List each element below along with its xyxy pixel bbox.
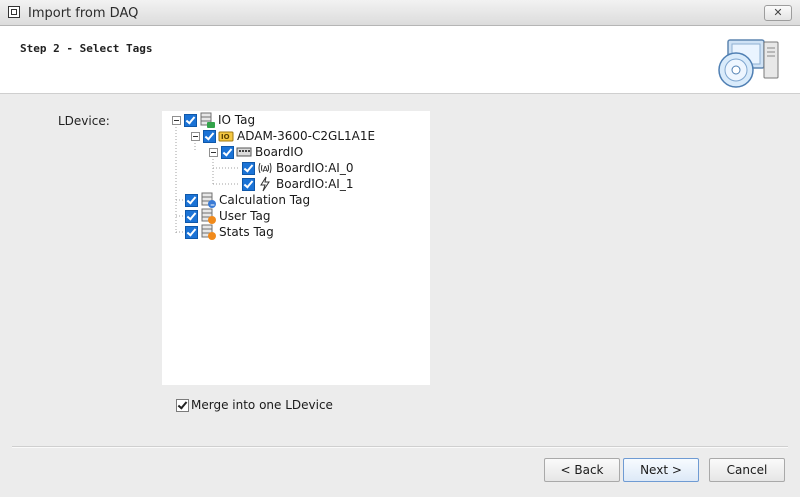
collapse-toggle[interactable] — [209, 147, 218, 157]
title-bar: Import from DAQ ✕ — [0, 0, 800, 26]
merge-option[interactable]: Merge into one LDevice — [176, 398, 333, 412]
user-tag-icon — [201, 208, 216, 224]
collapse-toggle[interactable] — [191, 131, 200, 141]
next-button[interactable]: Next > — [623, 458, 699, 482]
close-icon: ✕ — [773, 6, 783, 19]
stats-tag-icon — [201, 224, 216, 240]
tree-label: ADAM-3600-C2GL1A1E — [237, 129, 376, 143]
tree-checkbox[interactable] — [242, 161, 255, 175]
tree-node-board[interactable]: BoardIO — [209, 144, 303, 160]
lightning-icon — [260, 176, 270, 192]
tree-checkbox[interactable] — [184, 113, 197, 127]
tree-checkbox[interactable] — [242, 177, 255, 191]
calculation-tag-icon: = — [201, 192, 216, 208]
io-device-icon: IO — [218, 131, 234, 142]
tree-label: BoardIO — [255, 145, 304, 159]
tree-node-user-tag[interactable]: User Tag — [185, 208, 270, 224]
app-icon — [8, 6, 20, 18]
wizard-header: Step 2 - Select Tags — [0, 26, 800, 94]
tree-label: User Tag — [219, 209, 271, 223]
footer-separator — [12, 446, 788, 448]
tree-node-stats-tag[interactable]: Stats Tag — [185, 224, 274, 240]
analog-input-icon: A — [258, 162, 272, 174]
tree-checkbox[interactable] — [185, 193, 198, 207]
close-button[interactable]: ✕ — [764, 5, 792, 21]
io-tag-icon — [200, 112, 215, 128]
tree-node-calculation-tag[interactable]: = Calculation Tag — [185, 192, 310, 208]
merge-label: Merge into one LDevice — [191, 398, 333, 412]
tree-node-ai-1[interactable]: BoardIO:AI_1 — [242, 176, 353, 192]
tree-checkbox[interactable] — [185, 225, 198, 239]
tree-label: BoardIO:AI_0 — [276, 161, 354, 175]
tree-label: Stats Tag — [219, 225, 274, 239]
merge-checkbox[interactable] — [176, 398, 189, 412]
svg-text:A: A — [263, 165, 269, 174]
tag-tree[interactable]: IO Tag IO ADAM-3600-C2GL1A1E BoardIO A B… — [162, 111, 430, 385]
tree-node-io-tag[interactable]: IO Tag — [172, 112, 255, 128]
tree-checkbox[interactable] — [203, 129, 216, 143]
svg-text:IO: IO — [221, 133, 230, 141]
window-title: Import from DAQ — [28, 6, 139, 21]
tree-checkbox[interactable] — [221, 145, 234, 159]
cancel-button[interactable]: Cancel — [709, 458, 785, 482]
tree-node-device[interactable]: IO ADAM-3600-C2GL1A1E — [191, 128, 375, 144]
board-icon — [236, 147, 252, 157]
step-title: Step 2 - Select Tags — [20, 42, 153, 55]
tree-label: Calculation Tag — [219, 193, 311, 207]
collapse-toggle[interactable] — [172, 115, 181, 125]
ldevice-label: LDevice: — [58, 114, 110, 128]
computer-disc-icon — [718, 39, 779, 88]
back-button[interactable]: < Back — [544, 458, 620, 482]
tree-label: BoardIO:AI_1 — [276, 177, 354, 191]
tree-label: IO Tag — [218, 113, 256, 127]
tree-node-ai-0[interactable]: A BoardIO:AI_0 — [242, 160, 353, 176]
tree-checkbox[interactable] — [185, 209, 198, 223]
